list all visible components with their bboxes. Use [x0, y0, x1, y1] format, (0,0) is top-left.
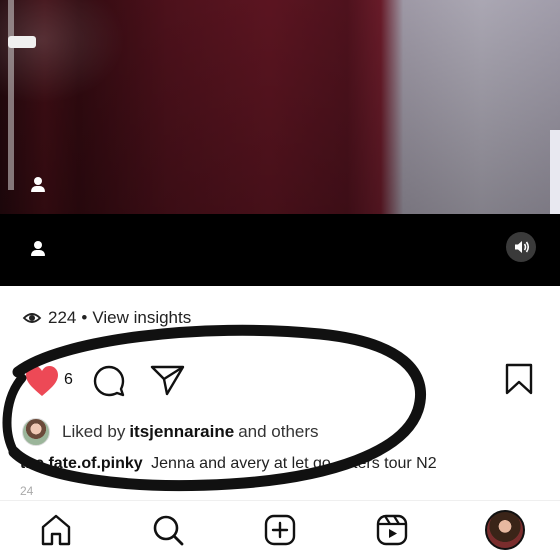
- like-count[interactable]: 6: [64, 371, 73, 389]
- nav-new-post[interactable]: [261, 511, 299, 549]
- post-caption[interactable]: the.fate.of.pinky Jenna and avery at let…: [20, 455, 437, 473]
- view-insights-link[interactable]: View insights: [92, 308, 191, 328]
- liked-by-prefix: Liked by: [62, 422, 126, 441]
- nav-profile[interactable]: [483, 508, 527, 552]
- nav-reels[interactable]: [373, 511, 411, 549]
- caption-username[interactable]: the.fate.of.pinky: [20, 455, 143, 472]
- photo-edge: [550, 130, 560, 214]
- comment-icon[interactable]: [92, 364, 126, 398]
- heart-icon[interactable]: [24, 364, 60, 398]
- post-photo[interactable]: [0, 0, 560, 214]
- views-separator: •: [81, 308, 88, 327]
- user-tag-icon[interactable]: [30, 176, 46, 192]
- reels-icon: [376, 514, 408, 546]
- profile-avatar: [485, 510, 525, 550]
- sound-toggle-button[interactable]: [506, 232, 536, 262]
- liked-by-suffix[interactable]: and others: [238, 422, 318, 442]
- new-post-icon: [264, 514, 296, 546]
- user-tag-icon[interactable]: [30, 240, 46, 256]
- views-count: 224: [48, 308, 77, 327]
- post-time: 24: [20, 484, 34, 498]
- photo-light: [8, 36, 36, 48]
- photo-shade: [0, 0, 560, 214]
- liked-by-username[interactable]: itsjennaraine: [129, 422, 234, 442]
- caption-text: Jenna and avery at let go ... ters tour …: [151, 455, 437, 472]
- insights-row[interactable]: 224 • View insights: [22, 307, 191, 329]
- home-icon: [41, 514, 71, 546]
- bottom-nav: [0, 500, 560, 560]
- liked-by-row[interactable]: Liked by itsjennaraine and others: [22, 418, 319, 446]
- nav-home[interactable]: [37, 511, 75, 549]
- share-icon[interactable]: [150, 364, 186, 396]
- liker-avatar[interactable]: [22, 418, 50, 446]
- bookmark-icon[interactable]: [504, 362, 534, 396]
- photo-pole: [8, 0, 14, 190]
- nav-search[interactable]: [149, 511, 187, 549]
- speaker-icon: [515, 241, 530, 253]
- search-icon: [153, 515, 184, 546]
- post-media[interactable]: [0, 0, 560, 286]
- eye-icon: [22, 313, 42, 323]
